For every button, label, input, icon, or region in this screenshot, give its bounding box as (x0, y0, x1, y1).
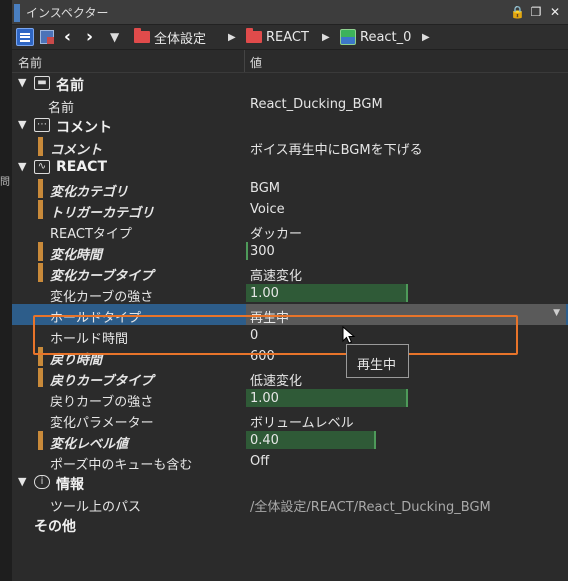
breadcrumb-item-3[interactable]: React_0 (340, 28, 411, 46)
folder-icon (246, 28, 262, 43)
property-row[interactable]: 変化パラメーター ボリュームレベル (12, 409, 568, 431)
react-icon (340, 29, 356, 45)
property-row[interactable]: REACTタイプ ダッカー (12, 220, 568, 242)
folder-icon (134, 28, 150, 43)
tooltip-text: 再生中 (357, 358, 397, 373)
lock-icon[interactable]: 🔒 (510, 5, 525, 19)
forward-icon[interactable]: › (86, 28, 93, 46)
property-row[interactable]: トリガーカテゴリ Voice (12, 199, 568, 221)
override-marker (38, 137, 43, 156)
column-value[interactable]: 値 (250, 54, 262, 71)
property-row[interactable]: 変化カテゴリ BGM (12, 178, 568, 200)
property-row[interactable]: 戻りカーブタイプ 低速変化 (12, 367, 568, 389)
property-list: ▼ ▬ 名前 名前 React_Ducking_BGM ▼ ⋯ コメント コメン… (12, 73, 568, 535)
expand-icon[interactable]: ▼ (18, 475, 26, 488)
breadcrumb-separator-icon[interactable]: ▶ (228, 28, 236, 46)
override-marker (38, 242, 43, 261)
override-marker (38, 368, 43, 387)
override-marker (38, 431, 43, 450)
property-row[interactable]: 変化時間 300 (12, 241, 568, 263)
list-view-button[interactable] (16, 28, 34, 46)
property-row[interactable]: コメント ボイス再生中にBGMを下げる (12, 136, 568, 158)
expand-icon[interactable]: ▼ (18, 76, 26, 89)
tooltip: 再生中 (346, 344, 409, 378)
override-marker (38, 179, 43, 198)
column-name[interactable]: 名前 (18, 54, 42, 71)
section-info[interactable]: ▼ i 情報 (12, 472, 568, 493)
property-row[interactable]: 戻りカーブの強さ 1.00 (12, 388, 568, 410)
breadcrumb-separator-icon[interactable]: ▶ (422, 28, 430, 46)
history-dropdown-icon[interactable]: ▼ (110, 28, 119, 46)
info-icon: i (34, 475, 50, 489)
property-row[interactable]: 変化レベル値 0.40 (12, 430, 568, 452)
name-section-icon: ▬ (34, 76, 50, 90)
column-divider[interactable] (244, 50, 245, 72)
override-marker (38, 200, 43, 219)
title-bar: インスペクター 🔒 ❐ ✕ (12, 0, 568, 25)
left-panel-fragment: 問 (0, 177, 10, 188)
expand-icon[interactable]: ▼ (18, 160, 26, 173)
close-icon[interactable]: ✕ (548, 5, 562, 19)
breadcrumb-separator-icon[interactable]: ▶ (322, 28, 330, 46)
highlight-annotation-box (33, 315, 518, 355)
section-name[interactable]: ▼ ▬ 名前 (12, 73, 568, 94)
column-header: 名前 値 (12, 50, 568, 73)
property-row[interactable]: 変化カーブタイプ 高速変化 (12, 262, 568, 284)
restore-icon[interactable]: ❐ (529, 5, 543, 19)
property-row[interactable]: ツール上のパス /全体設定/REACT/React_Ducking_BGM (12, 493, 568, 515)
expand-icon[interactable]: ▼ (18, 118, 26, 131)
comment-icon: ⋯ (34, 118, 50, 132)
breadcrumb-item-1[interactable]: 全体設定 (134, 28, 206, 47)
react-curve-icon: ∿ (34, 160, 50, 174)
toolbar: ‹ › ▼ 全体設定 ▶ REACT ▶ React_0 ▶ (12, 25, 568, 50)
property-row[interactable]: ポーズ中のキューも含む Off (12, 451, 568, 473)
back-icon[interactable]: ‹ (64, 28, 71, 46)
dropdown-arrow-icon[interactable]: ▼ (553, 308, 560, 318)
property-row[interactable]: 変化カーブの強さ 1.00 (12, 283, 568, 305)
override-marker (38, 263, 43, 282)
section-comment[interactable]: ▼ ⋯ コメント (12, 115, 568, 136)
grid-view-button[interactable] (38, 28, 56, 46)
section-other[interactable]: その他 (12, 514, 568, 535)
numeric-slider[interactable] (246, 242, 248, 260)
breadcrumb-item-2[interactable]: REACT (246, 28, 309, 46)
inspector-panel: インスペクター 🔒 ❐ ✕ ‹ › ▼ 全体設定 ▶ REACT ▶ React… (12, 0, 568, 581)
tab-accent (14, 4, 20, 22)
mouse-cursor-icon (342, 326, 356, 344)
section-react[interactable]: ▼ ∿ REACT (12, 157, 568, 178)
property-row[interactable]: 名前 React_Ducking_BGM (12, 94, 568, 116)
window-title: インスペクター (26, 6, 109, 20)
